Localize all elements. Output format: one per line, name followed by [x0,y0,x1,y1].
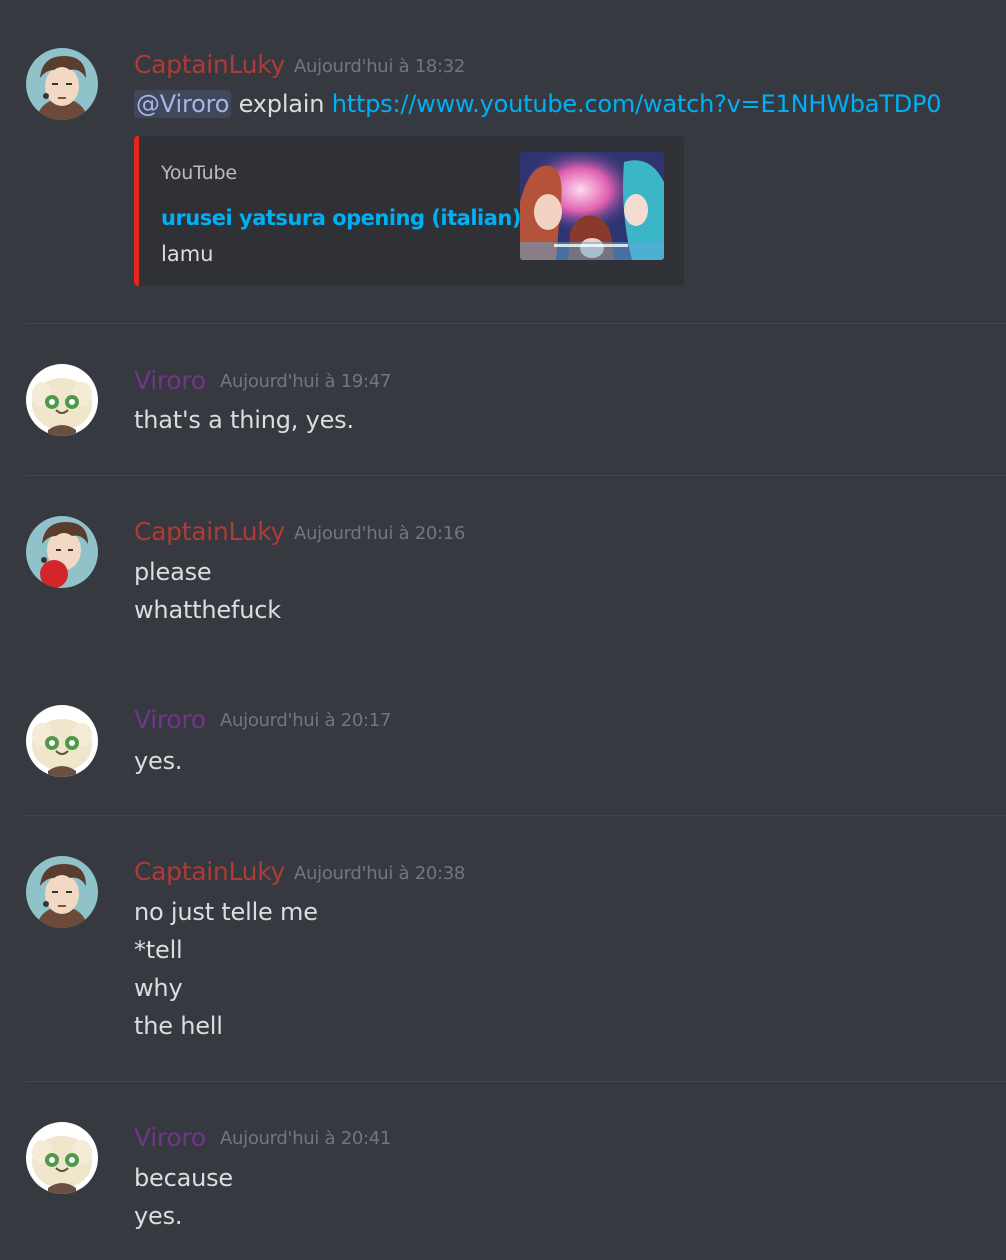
message-line: please [134,558,212,586]
message-timestamp: Aujourd'hui à 20:16 [294,523,466,544]
message-line: whatthefuck [134,596,281,624]
author-username[interactable]: CaptainLuky [134,517,285,547]
viroro-avatar[interactable] [26,1122,98,1194]
message-group-2: Viroro Aujourd'hui à 19:47 that's a thin… [0,323,1006,475]
message-group-1: CaptainLuky Aujourd'hui à 18:32 @Viroro … [0,0,1006,323]
message-line: *tell [134,936,183,964]
message-line: the hell [134,1012,223,1040]
message-timestamp: Aujourd'hui à 20:38 [294,863,466,884]
message-line: yes. [134,747,183,775]
embed-provider[interactable]: YouTube [161,162,237,184]
user-mention[interactable]: @Viroro [134,90,232,118]
embed-description: lamu [161,242,214,266]
message-group-5: CaptainLuky Aujourd'hui à 20:38 no just … [0,815,1006,1081]
author-username[interactable]: Viroro [134,1123,206,1153]
viroro-avatar[interactable] [26,705,98,777]
author-username[interactable]: Viroro [134,366,206,396]
message-line: because [134,1164,233,1192]
captainluky-avatar[interactable] [26,48,98,120]
message-timestamp: Aujourd'hui à 18:32 [294,56,466,77]
viroro-avatar[interactable] [26,364,98,436]
message-group-3: CaptainLuky Aujourd'hui à 20:16 please w… [0,475,1006,815]
youtube-embed: YouTube urusei yatsura opening (italian)… [134,136,684,286]
message-line: no just telle me [134,898,318,926]
message-line: why [134,974,183,1002]
message-text: @Viroro explain https://www.youtube.com/… [134,85,942,123]
captainluky-avatar[interactable] [26,856,98,928]
message-line: that's a thing, yes. [134,406,354,434]
youtube-link[interactable]: https://www.youtube.com/watch?v=E1NHWbaT… [332,90,942,118]
message-group-6: Viroro Aujourd'hui à 20:41 because yes. [0,1081,1006,1260]
author-username[interactable]: CaptainLuky [134,50,285,80]
captainluky-avatar[interactable] [26,516,98,588]
message-text-fragment: explain [231,90,332,118]
author-username[interactable]: CaptainLuky [134,857,285,887]
message-line: yes. [134,1202,183,1230]
video-thumbnail[interactable] [520,152,664,260]
message-timestamp: Aujourd'hui à 20:17 [220,710,392,731]
embed-title-link[interactable]: urusei yatsura opening (italian) [161,206,521,230]
message-timestamp: Aujourd'hui à 20:41 [220,1128,392,1149]
message-timestamp: Aujourd'hui à 19:47 [220,371,392,392]
author-username[interactable]: Viroro [134,705,206,735]
